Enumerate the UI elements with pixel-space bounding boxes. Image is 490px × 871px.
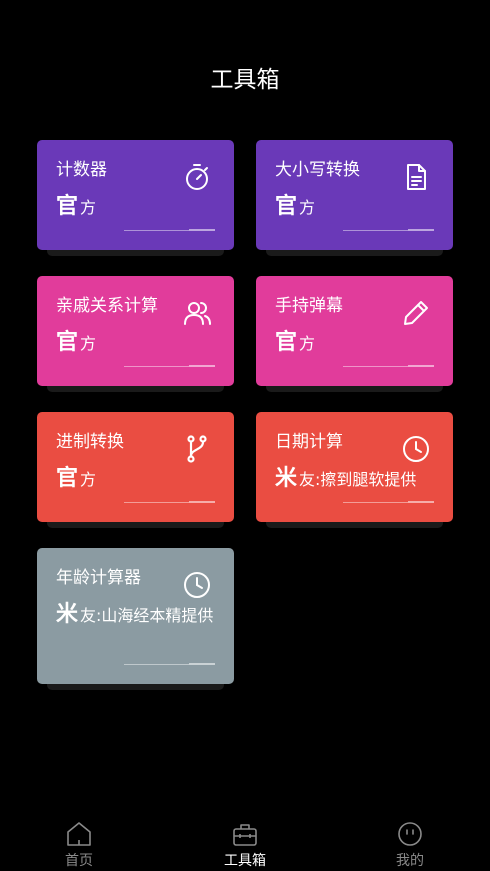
- git-branch-icon: [182, 434, 212, 464]
- tool-card-case-convert[interactable]: 大小写转换 官方: [256, 140, 453, 256]
- clock-icon: [182, 570, 212, 600]
- page-title: 工具箱: [210, 67, 280, 93]
- tool-card-relatives[interactable]: 亲戚关系计算 官方: [37, 276, 234, 392]
- tool-card-age-calc[interactable]: 年龄计算器 米友:山海经本精提供: [37, 548, 234, 690]
- clock-icon: [401, 434, 431, 464]
- tool-card-source: 官方: [275, 194, 316, 219]
- card-decor-lines: [124, 663, 215, 665]
- tool-card-source: 米友:山海经本精提供: [56, 602, 214, 627]
- card-decor-lines: [124, 229, 215, 231]
- pencil-icon: [401, 298, 431, 328]
- tool-card-source: 官方: [56, 194, 97, 219]
- tool-card-source: 官方: [56, 466, 97, 491]
- card-decor-lines: [124, 365, 215, 367]
- tab-label: 首页: [65, 853, 93, 869]
- tab-label: 工具箱: [224, 853, 266, 869]
- card-decor-lines: [343, 501, 434, 503]
- face-icon: [398, 822, 422, 846]
- tool-card-source: 米友:擦到腿软提供: [275, 466, 417, 491]
- tab-home[interactable]: 首页: [34, 820, 124, 870]
- users-icon: [182, 298, 212, 328]
- tool-card-date-calc[interactable]: 日期计算 米友:擦到腿软提供: [256, 412, 453, 528]
- tab-mine[interactable]: 我的: [365, 820, 455, 870]
- tab-label: 我的: [396, 853, 424, 869]
- tool-card-counter[interactable]: 计数器 官方: [37, 140, 234, 256]
- tool-card-source: 官方: [275, 330, 316, 355]
- card-decor-lines: [343, 365, 434, 367]
- tool-card-source: 官方: [56, 330, 97, 355]
- stopwatch-icon: [182, 162, 212, 192]
- card-decor-lines: [124, 501, 215, 503]
- bottom-tab-bar: 首页 工具箱 我的: [0, 811, 490, 871]
- toolbox-icon: [233, 824, 257, 846]
- tool-card-barrage[interactable]: 手持弹幕 官方: [256, 276, 453, 392]
- home-icon: [67, 822, 91, 846]
- card-decor-lines: [343, 229, 434, 231]
- tab-toolbox[interactable]: 工具箱: [200, 820, 290, 870]
- document-icon: [401, 162, 431, 192]
- tool-card-base-convert[interactable]: 进制转换 官方: [37, 412, 234, 528]
